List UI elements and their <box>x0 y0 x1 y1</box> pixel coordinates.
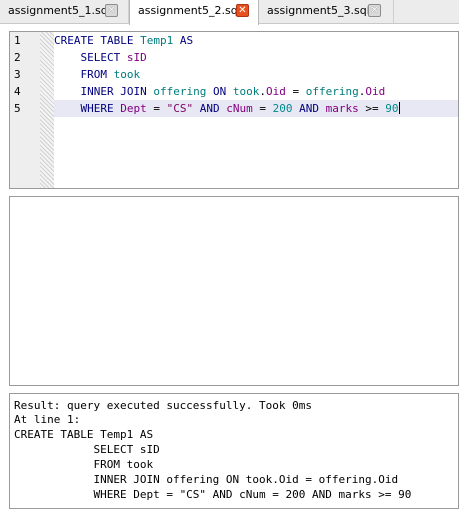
identifier-token: offering <box>153 85 207 98</box>
identifier-token: took <box>113 68 141 81</box>
column-token: sID <box>126 51 147 64</box>
keyword-token: WHERE <box>80 102 121 115</box>
log-line: INNER JOIN offering ON took.Oid = offeri… <box>14 473 399 486</box>
code-line-2[interactable]: SELECT sID <box>54 49 458 66</box>
column-token: Dept <box>120 102 147 115</box>
identifier-token: offering <box>305 85 359 98</box>
keyword-token: FROM <box>80 68 114 81</box>
log-line: CREATE TABLE Temp1 AS <box>14 428 154 441</box>
tab-label: assignment5_2.sql <box>138 4 241 17</box>
line-number: 3 <box>14 68 21 81</box>
code-line-3[interactable]: FROM took <box>54 66 458 83</box>
log-line: FROM took <box>14 458 154 471</box>
close-icon[interactable]: ✕ <box>105 4 118 17</box>
log-line: WHERE Dept = "CS" AND cNum = 200 AND mar… <box>14 488 412 501</box>
column-token: Oid <box>265 85 286 98</box>
tab-assignment5-2[interactable]: assignment5_2.sql ✕ <box>129 0 259 25</box>
close-icon[interactable]: ✕ <box>236 4 249 17</box>
keyword-token: INNER JOIN <box>80 85 154 98</box>
identifier-token: Temp1 <box>140 34 174 47</box>
tab-assignment5-3[interactable]: assignment5_3.sql ✕ <box>259 0 394 24</box>
message-log[interactable]: Result: query executed successfully. Too… <box>9 393 459 509</box>
line-number-gutter: 1 2 3 4 5 <box>10 32 54 188</box>
identifier-token: took <box>232 85 260 98</box>
operator-token: = <box>252 102 273 115</box>
keyword-token: AND <box>292 102 326 115</box>
log-line: Result: query executed successfully. Too… <box>14 399 313 412</box>
column-token: cNum <box>226 102 253 115</box>
line-number: 1 <box>14 34 21 47</box>
line-number: 4 <box>14 85 21 98</box>
code-line-5[interactable]: WHERE Dept = "CS" AND cNum = 200 AND mar… <box>54 100 458 117</box>
gutter-fold-margin <box>40 32 54 188</box>
line-number: 2 <box>14 51 21 64</box>
sql-editor[interactable]: 1 2 3 4 5 CREATE TABLE Temp1 AS SELECT s… <box>9 31 459 189</box>
tab-label: assignment5_3.sql <box>267 4 370 17</box>
tab-label: assignment5_1.sql <box>8 4 111 17</box>
number-token: 90 <box>385 102 399 115</box>
log-line: At line 1: <box>14 413 81 426</box>
keyword-token: AS <box>173 34 194 47</box>
operator-token: = <box>285 85 306 98</box>
keyword-token: SELECT <box>80 51 127 64</box>
operator-token: . <box>259 85 266 98</box>
operator-token: >= <box>358 102 386 115</box>
code-line-1[interactable]: CREATE TABLE Temp1 AS <box>54 32 458 49</box>
number-token: 200 <box>272 102 293 115</box>
close-icon[interactable]: ✕ <box>368 4 381 17</box>
tab-bar: assignment5_1.sql ✕ assignment5_2.sql ✕ … <box>0 0 459 25</box>
keyword-token: CREATE TABLE <box>54 34 141 47</box>
keyword-token: ON <box>206 85 233 98</box>
line-number: 5 <box>14 102 21 115</box>
operator-token: = <box>146 102 167 115</box>
results-grid[interactable] <box>9 196 459 386</box>
column-token: Oid <box>365 85 386 98</box>
log-line: SELECT sID <box>14 443 160 456</box>
tab-assignment5-1[interactable]: assignment5_1.sql ✕ <box>0 0 129 24</box>
text-caret <box>398 102 400 114</box>
keyword-token: AND <box>193 102 227 115</box>
column-token: marks <box>325 102 359 115</box>
code-line-4[interactable]: INNER JOIN offering ON took.Oid = offeri… <box>54 83 458 100</box>
string-token: "CS" <box>166 102 194 115</box>
